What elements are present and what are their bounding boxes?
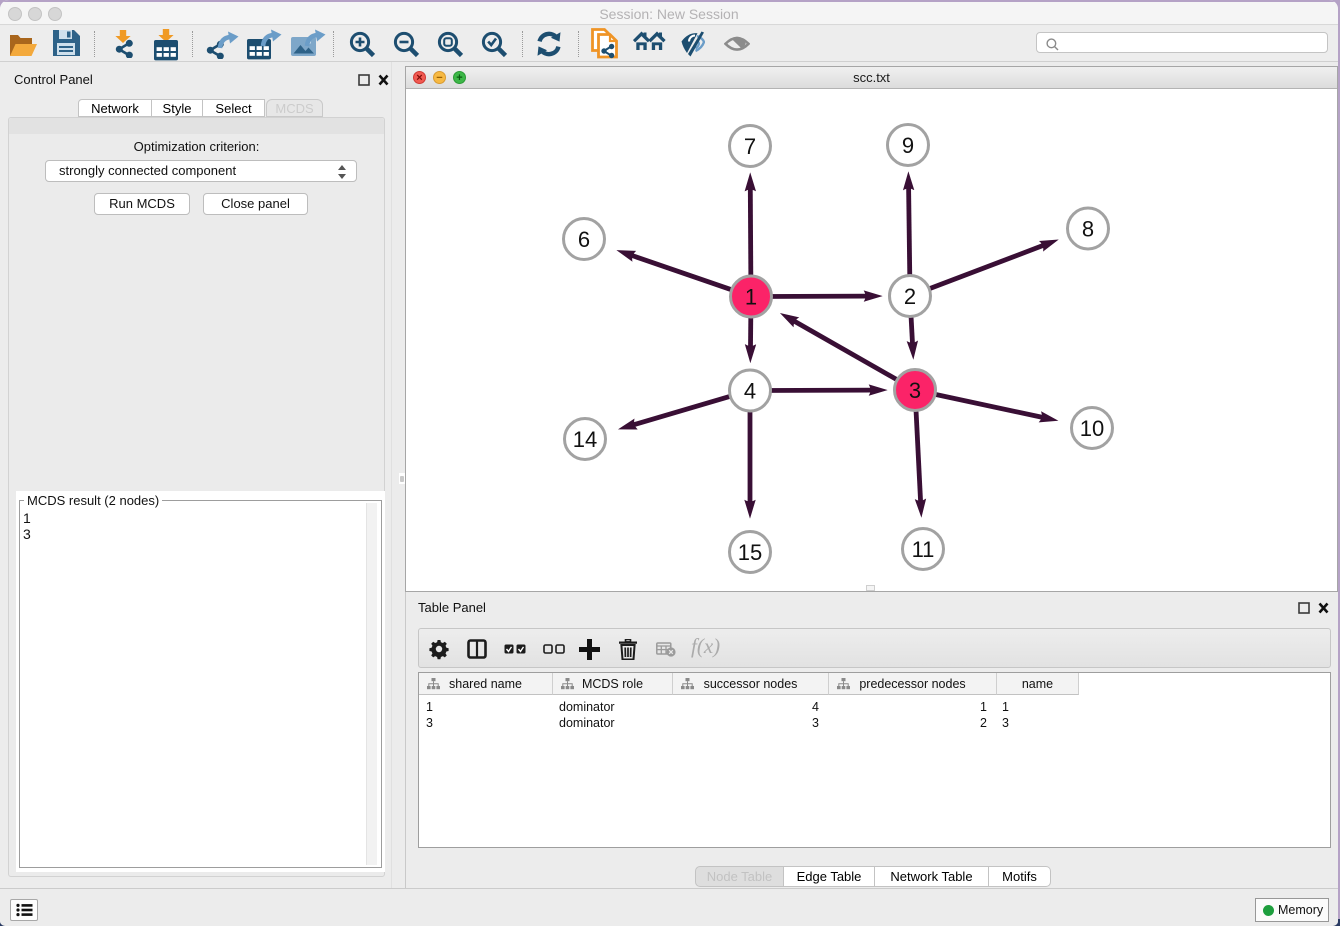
svg-text:4: 4 (744, 379, 756, 404)
svg-text:10: 10 (1080, 416, 1104, 441)
svg-text:11: 11 (912, 537, 935, 562)
svg-text:14: 14 (573, 427, 597, 452)
svg-text:9: 9 (902, 133, 914, 158)
svg-text:2: 2 (904, 284, 916, 309)
svg-text:15: 15 (738, 540, 762, 565)
svg-text:3: 3 (909, 378, 921, 403)
svg-text:7: 7 (744, 134, 756, 159)
svg-text:6: 6 (578, 227, 590, 252)
svg-text:1: 1 (745, 285, 757, 310)
svg-text:8: 8 (1082, 217, 1094, 242)
